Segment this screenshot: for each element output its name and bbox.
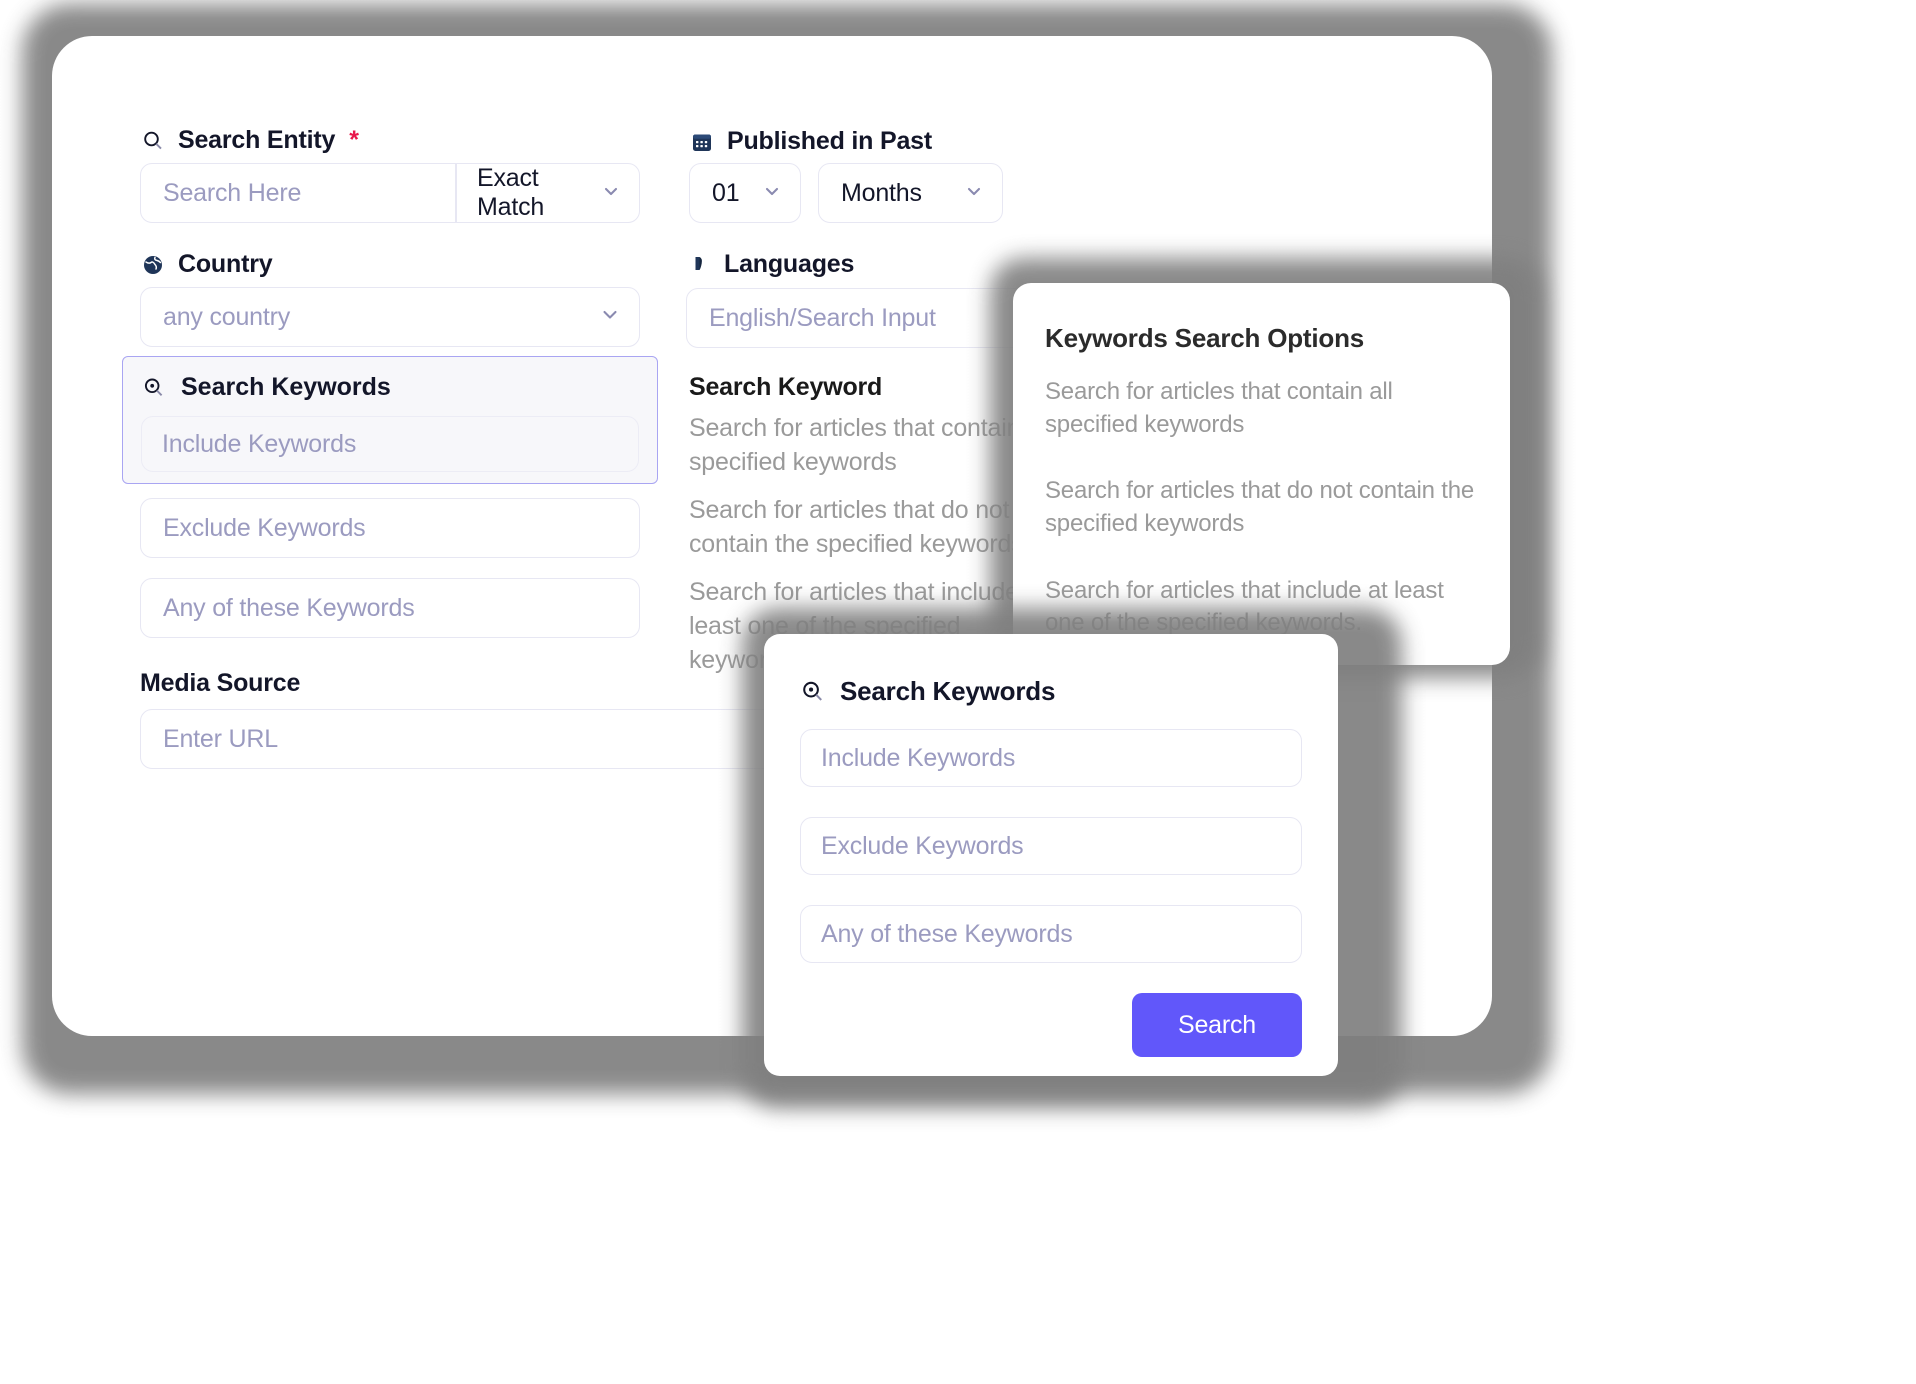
keyword-help-title: Search Keyword [689,373,883,401]
any-of-keywords-input[interactable]: Any of these Keywords [140,578,640,638]
published-unit-value: Months [841,178,922,207]
match-mode-select[interactable]: Exact Match [457,164,639,222]
translate-icon [686,252,712,278]
published-amount-select[interactable]: 01 [689,163,801,223]
languages-label: Languages [686,250,854,279]
keywords-dialog-title-text: Search Keywords [840,676,1056,706]
search-entity-label: Search Entity * [140,126,359,155]
dialog-exclude-keywords-input[interactable]: Exclude Keywords [800,817,1302,875]
screenshot-root: Search Entity * Search Here Exact Match [0,0,1916,1384]
chevron-down-icon [762,179,782,208]
search-entity-input[interactable]: Search Here [141,164,455,222]
published-unit-select[interactable]: Months [818,163,1003,223]
search-zoom-icon [800,679,826,705]
search-zoom-icon [141,375,167,401]
exclude-keywords-input[interactable]: Exclude Keywords [140,498,640,558]
keywords-dialog: Search Keywords Include Keywords Exclude… [764,634,1338,1076]
country-value: any country [163,302,291,331]
options-card-title: Keywords Search Options [1045,323,1365,353]
calendar-icon [689,129,715,155]
published-amount-value: 01 [712,178,740,207]
languages-label-text: Languages [724,250,855,278]
search-keywords-panel: Search Keywords Include Keywords [122,356,658,484]
published-in-past-label-text: Published in Past [727,127,932,155]
search-keywords-panel-title-text: Search Keywords [181,373,391,401]
country-label: Country [140,250,273,279]
chevron-down-icon [601,179,621,208]
search-entity-label-text: Search Entity [178,126,336,154]
country-select[interactable]: any country [140,287,640,347]
required-asterisk: * [349,126,359,154]
options-paragraph-1: Search for articles that contain all spe… [1045,378,1393,438]
include-keywords-input[interactable]: Include Keywords [141,416,639,472]
search-button[interactable]: Search [1132,993,1302,1057]
chevron-down-icon [964,179,984,208]
country-label-text: Country [178,250,273,278]
dialog-any-of-keywords-input[interactable]: Any of these Keywords [800,905,1302,963]
search-keywords-panel-title: Search Keywords [141,373,639,402]
dialog-include-keywords-input[interactable]: Include Keywords [800,729,1302,787]
globe-icon [140,252,166,278]
search-entity-combo: Search Here Exact Match [140,163,640,223]
options-paragraph-2: Search for articles that do not contain … [1045,477,1474,537]
match-mode-value: Exact Match [477,164,545,221]
keywords-dialog-title: Search Keywords [800,676,1302,707]
published-in-past-label: Published in Past [689,127,932,156]
dialog-actions: Search [800,993,1302,1057]
chevron-down-icon [599,303,621,332]
search-icon [140,128,166,154]
media-source-label: Media Source [140,669,301,697]
